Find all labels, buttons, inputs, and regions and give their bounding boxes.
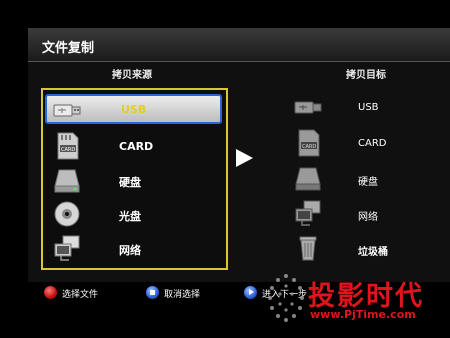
destination-item-label: USB (358, 102, 379, 113)
destination-item-label: CARD (358, 138, 387, 149)
source-column-header: 拷贝来源 (112, 70, 152, 81)
page-title: 文件复制 (42, 41, 95, 56)
watermark-logo-icon (268, 274, 304, 322)
destination-item-card[interactable]: CARD CARD (284, 127, 450, 161)
source-item-label: 网络 (119, 244, 141, 257)
destination-item-label: 硬盘 (358, 177, 378, 188)
destination-item-network[interactable]: 网络 (284, 197, 450, 231)
hint-label: 取消选择 (164, 290, 201, 300)
sd-card-icon: CARD (51, 132, 83, 160)
svg-text:CARD: CARD (302, 144, 316, 150)
copy-direction-arrow-icon (236, 149, 253, 167)
source-item-card[interactable]: CARD CARD (43, 130, 226, 164)
top-border (0, 0, 450, 24)
destination-item-usb[interactable]: USB (284, 91, 450, 125)
source-item-label: 光盘 (119, 210, 141, 223)
source-list: USB CARD CARD 硬盘 光盘 网络 (41, 88, 228, 270)
hard-disk-icon (51, 166, 83, 194)
source-item-hdd[interactable]: 硬盘 (43, 164, 226, 198)
destination-item-label: 网络 (358, 212, 378, 223)
source-item-network[interactable]: 网络 (43, 232, 226, 266)
destination-item-label: 垃圾桶 (358, 247, 388, 258)
source-item-label: CARD (119, 140, 154, 153)
network-icon (51, 234, 83, 262)
source-item-label: 硬盘 (119, 176, 141, 189)
title-bar: 文件复制 (28, 28, 450, 62)
network-icon (292, 199, 324, 227)
source-item-usb[interactable]: USB (45, 94, 222, 124)
optical-disc-icon (51, 200, 83, 228)
play-button-icon (244, 286, 257, 299)
hard-disk-icon (292, 164, 324, 192)
usb-drive-icon (51, 96, 83, 124)
source-item-disc[interactable]: 光盘 (43, 198, 226, 232)
watermark-url: www.PjTime.com (310, 308, 416, 321)
trash-bin-icon (292, 234, 324, 262)
blue-stop-button-icon (146, 286, 159, 299)
red-button-icon (44, 286, 57, 299)
destination-item-trash[interactable]: 垃圾桶 (284, 232, 450, 266)
hint-label: 选择文件 (62, 290, 99, 300)
destination-column-header: 拷贝目标 (346, 70, 386, 81)
svg-text:CARD: CARD (61, 147, 75, 153)
sd-card-icon: CARD (292, 129, 324, 157)
watermark: 投影时代 www.PjTime.com (262, 266, 450, 338)
destination-item-hdd[interactable]: 硬盘 (284, 162, 450, 196)
source-item-label: USB (121, 103, 147, 116)
usb-drive-icon (292, 93, 324, 121)
